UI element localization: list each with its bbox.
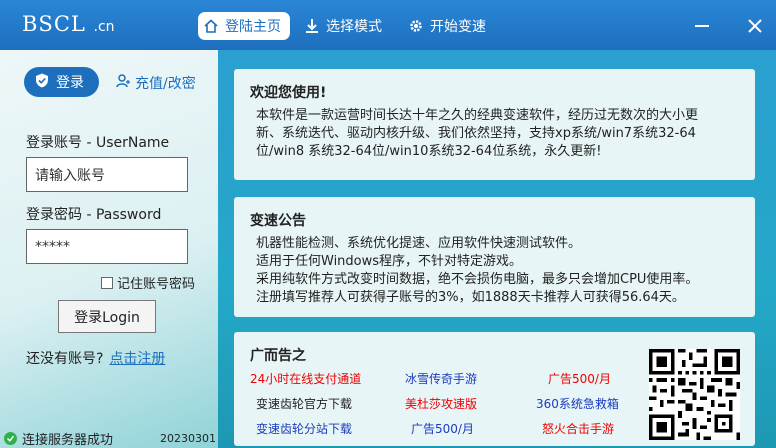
- version-label: 20230301: [160, 432, 216, 445]
- remember-checkbox[interactable]: [101, 276, 113, 289]
- ad-link[interactable]: 怒火合击手游: [542, 420, 614, 437]
- minimize-button[interactable]: [694, 18, 710, 34]
- remember-checkbox-row[interactable]: 记住账号密码: [101, 273, 195, 292]
- notice-body: 机器性能检测、系统优化提速、应用软件快速测试软件。 适用于任何Windows程序…: [256, 235, 698, 307]
- welcome-card: 欢迎您使用! 本软件是一款运营时间长达十年之久的经典变速软件，经历过无数次的大小…: [234, 69, 755, 180]
- ad-link[interactable]: 变速齿轮官方下载: [256, 395, 352, 412]
- tab-label: 登陆主页: [225, 19, 281, 35]
- shield-check-icon: [35, 73, 49, 92]
- tab-start-speed[interactable]: 开始变速: [408, 12, 486, 40]
- login-tab-label: 登录: [56, 75, 84, 91]
- login-tab-button[interactable]: 登录: [24, 67, 99, 97]
- ad-link[interactable]: 广告500/月: [411, 420, 474, 437]
- notice-card: 变速公告 机器性能检测、系统优化提速、应用软件快速测试软件。 适用于任何Wind…: [234, 197, 755, 317]
- notice-line: 机器性能检测、系统优化提速、应用软件快速测试软件。: [256, 236, 582, 251]
- qr-code-icon: [649, 349, 740, 440]
- welcome-line: 本软件是一款运营时间长达十年之久的经典变速软件，经历过无数次的大小更: [256, 108, 699, 123]
- no-account-text: 还没有账号?: [26, 351, 104, 367]
- ad-link[interactable]: 360系统急救箱: [536, 395, 619, 412]
- welcome-body: 本软件是一款运营时间长达十年之久的经典变速软件，经历过无数次的大小更 新、系统迭…: [256, 107, 698, 161]
- close-icon: [748, 19, 762, 33]
- password-label: 登录密码 - Password: [26, 207, 162, 223]
- tab-label: 开始变速: [430, 19, 486, 35]
- minimize-icon: [695, 25, 709, 27]
- ad-link[interactable]: 美杜莎攻速版: [405, 395, 477, 412]
- register-link[interactable]: 点击注册: [109, 351, 165, 367]
- login-submit-button[interactable]: 登录Login: [58, 300, 156, 333]
- tab-label: 选择模式: [326, 19, 382, 35]
- connection-status: 连接服务器成功: [4, 429, 113, 448]
- notice-line: 适用于任何Windows程序，不针对特定游戏。: [256, 254, 523, 269]
- welcome-title: 欢迎您使用!: [250, 85, 327, 101]
- notice-title: 变速公告: [250, 213, 306, 229]
- notice-line: 注册填写推荐人可获得子账号的3%，如1888天卡推荐人可获得56.64天。: [256, 290, 685, 305]
- remember-label: 记住账号密码: [117, 277, 196, 292]
- ad-link[interactable]: 冰雪传奇手游: [405, 370, 477, 387]
- close-button[interactable]: [747, 18, 763, 34]
- app-logo: BSCL .cn: [22, 12, 115, 36]
- ad-link[interactable]: 广告500/月: [548, 370, 611, 387]
- register-prompt: 还没有账号? 点击注册: [26, 348, 165, 368]
- ad-link[interactable]: 变速齿轮分站下载: [256, 420, 352, 437]
- login-panel: 登录 充值/改密 登录账号 - UserName 请输入账号 登录密码 - Pa…: [0, 50, 218, 448]
- password-input[interactable]: *****: [26, 229, 188, 264]
- ads-card: 广而告之 24小时在线支付通道 冰雪传奇手游 广告500/月 变速齿轮官方下载 …: [234, 332, 755, 446]
- home-icon: [203, 18, 219, 34]
- ad-link[interactable]: 24小时在线支付通道: [250, 370, 361, 387]
- check-circle-icon: [4, 432, 17, 445]
- ads-title: 广而告之: [250, 348, 306, 364]
- welcome-line: 新、系统迭代、驱动内核升级、我们依然坚持，支持xp系统/win7系统32-64: [256, 126, 696, 141]
- user-icon: [116, 74, 130, 92]
- title-bar: BSCL .cn 登陆主页 选择模式 开始变速: [0, 0, 776, 50]
- recharge-label: 充值/改密: [135, 76, 196, 92]
- notice-line: 采用纯软件方式改变时间数据，绝不会损伤电脑，最多只会增加CPU使用率。: [256, 272, 699, 287]
- content-area: 欢迎您使用! 本软件是一款运营时间长达十年之久的经典变速软件，经历过无数次的大小…: [218, 50, 776, 448]
- gear-icon: [408, 18, 424, 34]
- welcome-line: 位/win8 系统32-64位/win10系统32-64位系统，永久更新!: [256, 144, 602, 159]
- tab-login-home[interactable]: 登陆主页: [198, 12, 290, 40]
- recharge-link[interactable]: 充值/改密: [116, 73, 196, 93]
- status-text: 连接服务器成功: [22, 433, 114, 448]
- download-icon: [304, 18, 320, 34]
- username-input[interactable]: 请输入账号: [26, 157, 188, 192]
- logo-main: BSCL: [22, 12, 86, 36]
- tab-select-mode[interactable]: 选择模式: [304, 12, 382, 40]
- logo-sub: .cn: [93, 19, 115, 35]
- username-label: 登录账号 - UserName: [26, 135, 170, 151]
